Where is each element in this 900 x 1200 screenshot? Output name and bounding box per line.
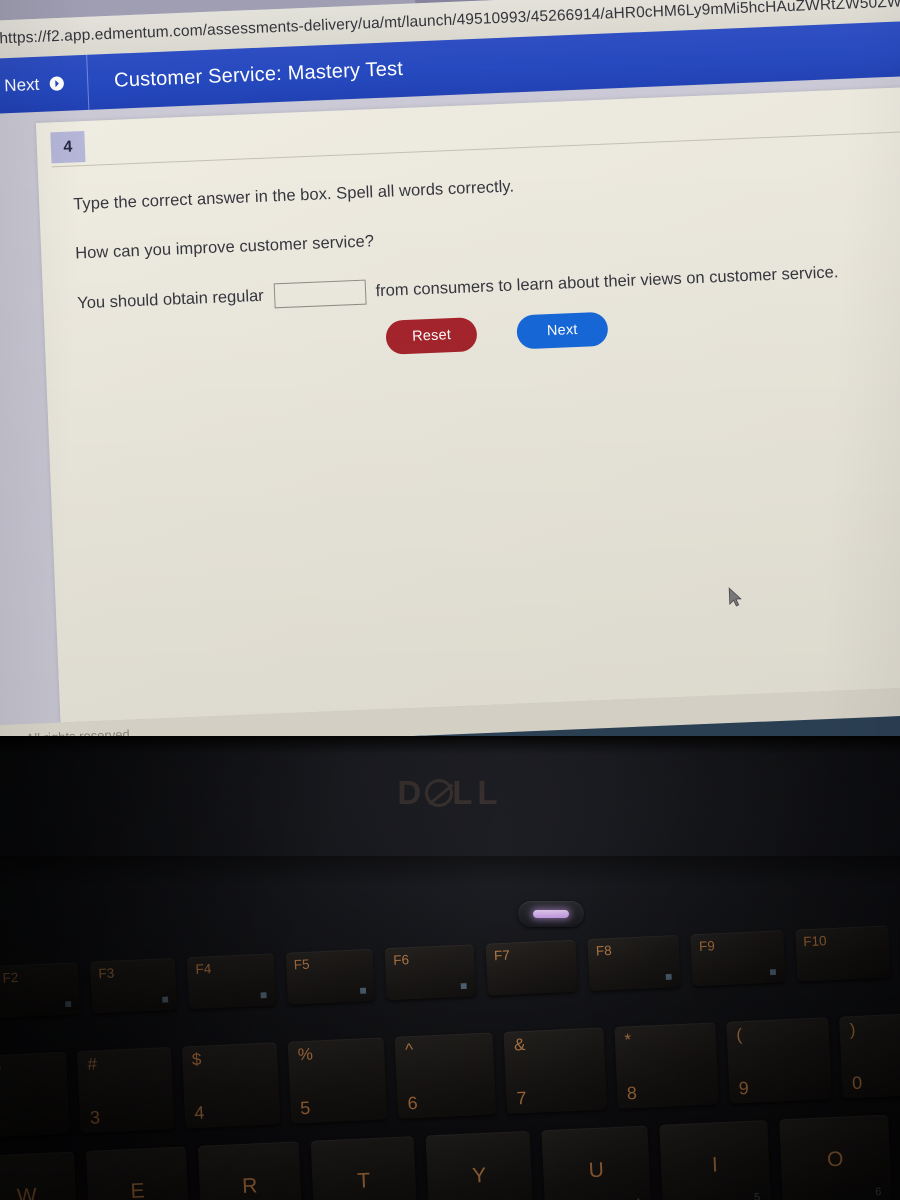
dell-logo-text: D bbox=[397, 774, 427, 811]
key-label: 6 bbox=[407, 1092, 419, 1114]
key-t[interactable]: T bbox=[310, 1136, 418, 1200]
key-label: 0 bbox=[851, 1072, 863, 1094]
laptop-deck: DLL F2■F3■F4■F5■F6■F7F8■F9■F10F11PrtScr … bbox=[0, 736, 900, 1200]
key-0[interactable]: ) 0 bbox=[839, 1011, 900, 1099]
dell-logo: D LL bbox=[0, 774, 900, 812]
divider bbox=[51, 130, 900, 168]
key-shift-symbol: * bbox=[624, 1030, 632, 1050]
key-shift-symbol: % bbox=[297, 1044, 314, 1065]
key-2[interactable]: @2 bbox=[0, 1051, 70, 1138]
key-f3[interactable]: F3 ■ bbox=[89, 957, 178, 1014]
header-next-label: Next bbox=[3, 74, 40, 95]
key-label: Y bbox=[471, 1163, 487, 1188]
key-label: F4 bbox=[195, 961, 212, 977]
power-button[interactable] bbox=[518, 901, 584, 927]
key-label: F5 bbox=[293, 956, 310, 973]
question-instruction: Type the correct answer in the box. Spel… bbox=[72, 177, 515, 214]
key-label: R bbox=[241, 1174, 258, 1198]
keyboard-backlight-icon: ■ bbox=[359, 983, 367, 998]
key-label: W bbox=[16, 1184, 38, 1200]
key-shift-symbol: @ bbox=[0, 1058, 3, 1079]
mouse-cursor-icon bbox=[728, 587, 742, 607]
key-i[interactable]: I5 bbox=[659, 1120, 771, 1200]
laptop-screen: Edmentum® Learning Environm ✕ + http bbox=[0, 0, 900, 776]
key-5[interactable]: % 5 bbox=[287, 1037, 388, 1124]
key-label: T bbox=[356, 1169, 371, 1193]
key-label: F3 bbox=[98, 965, 115, 982]
key-u[interactable]: U4 bbox=[541, 1125, 652, 1200]
key-label: O bbox=[826, 1147, 844, 1172]
key-f10[interactable]: F10 bbox=[794, 925, 891, 982]
key-sublabel: 6 bbox=[874, 1185, 882, 1199]
key-f8[interactable]: F8 ■ bbox=[587, 934, 681, 992]
volume-down-icon: ■ bbox=[64, 996, 73, 1011]
key-9[interactable]: (9 bbox=[725, 1017, 832, 1104]
key-6[interactable]: ^ 6 bbox=[394, 1032, 497, 1119]
header-next-button[interactable]: Next bbox=[0, 54, 90, 114]
key-label: F8 bbox=[595, 942, 613, 959]
key-shift-symbol: & bbox=[513, 1034, 526, 1055]
key-label: F9 bbox=[698, 938, 716, 954]
key-label: 5 bbox=[299, 1097, 311, 1119]
key-w[interactable]: W bbox=[0, 1151, 78, 1200]
key-4[interactable]: $4 bbox=[181, 1042, 280, 1129]
key-3[interactable]: #3 bbox=[76, 1047, 175, 1134]
key-f5[interactable]: F5 ■ bbox=[285, 948, 376, 1005]
lock-icon: ■ bbox=[459, 978, 468, 993]
keyboard-number-row: @2#3$4%5^6&7*8(9)0 bbox=[0, 1011, 900, 1138]
keyboard-function-row: F2■F3■F4■F5■F6■F7F8■F9■F10F11PrtScr bbox=[0, 922, 900, 1018]
laptop-photo: Edmentum® Learning Environm ✕ + http bbox=[0, 0, 900, 1200]
question-body: Type the correct answer in the box. Spel… bbox=[73, 159, 900, 316]
key-label: 4 bbox=[193, 1102, 205, 1124]
reset-button[interactable]: Reset bbox=[385, 317, 478, 355]
deck-shadow bbox=[0, 736, 900, 754]
key-sublabel: 5 bbox=[753, 1191, 761, 1200]
sentence-after-blank: from consumers to learn about their view… bbox=[375, 263, 839, 301]
key-label: 3 bbox=[89, 1107, 101, 1128]
display-switch-icon: ■ bbox=[664, 969, 673, 984]
key-label: F7 bbox=[493, 947, 511, 964]
key-f9[interactable]: F9 ■ bbox=[690, 930, 786, 987]
arrow-right-circle-icon bbox=[49, 76, 64, 91]
key-shift-symbol: ( bbox=[735, 1025, 743, 1045]
question-prompt: How can you improve customer service? bbox=[74, 232, 375, 263]
question-number-badge: 4 bbox=[50, 131, 86, 164]
key-y[interactable]: Y bbox=[425, 1130, 534, 1200]
question-card: 4 Type the correct answer in the box. Sp… bbox=[35, 85, 900, 723]
key-shift-symbol: $ bbox=[191, 1049, 202, 1070]
key-7[interactable]: & 7 bbox=[503, 1027, 607, 1114]
microphone-mute-icon: ■ bbox=[259, 987, 268, 1002]
key-label: 7 bbox=[516, 1087, 527, 1109]
key-8[interactable]: * 8 bbox=[613, 1022, 719, 1109]
key-label: E bbox=[130, 1179, 146, 1200]
key-shift-symbol: # bbox=[87, 1054, 98, 1074]
key-shift-symbol: ) bbox=[849, 1020, 856, 1040]
key-r[interactable]: R bbox=[197, 1141, 303, 1200]
key-label: F2 bbox=[2, 969, 19, 986]
next-button[interactable]: Next bbox=[516, 311, 609, 350]
page-title: Customer Service: Mastery Test bbox=[113, 57, 404, 92]
key-shift-symbol: ^ bbox=[404, 1040, 414, 1060]
power-led-icon bbox=[533, 910, 569, 918]
key-f2[interactable]: F2 ■ bbox=[0, 962, 81, 1018]
dell-logo-ll: LL bbox=[452, 774, 503, 811]
volume-up-icon: ■ bbox=[161, 992, 170, 1007]
key-f6[interactable]: F6 ■ bbox=[384, 944, 476, 1001]
answer-input[interactable] bbox=[273, 279, 367, 309]
key-label: F6 bbox=[392, 952, 410, 968]
key-label: U bbox=[588, 1158, 605, 1183]
key-f4[interactable]: F4 ■ bbox=[186, 953, 276, 1010]
key-label: 9 bbox=[738, 1077, 750, 1099]
key-label: I bbox=[711, 1153, 719, 1177]
key-label: 8 bbox=[626, 1082, 638, 1104]
hinge-shadow bbox=[0, 856, 900, 886]
sentence-before-blank: You should obtain regular bbox=[76, 286, 265, 313]
search-icon: ■ bbox=[769, 964, 777, 979]
key-f7[interactable]: F7 bbox=[485, 939, 578, 996]
key-o[interactable]: O6 bbox=[778, 1114, 892, 1200]
key-label: F10 bbox=[802, 933, 827, 950]
dell-logo-o bbox=[425, 779, 454, 807]
key-e[interactable]: E bbox=[85, 1146, 190, 1200]
